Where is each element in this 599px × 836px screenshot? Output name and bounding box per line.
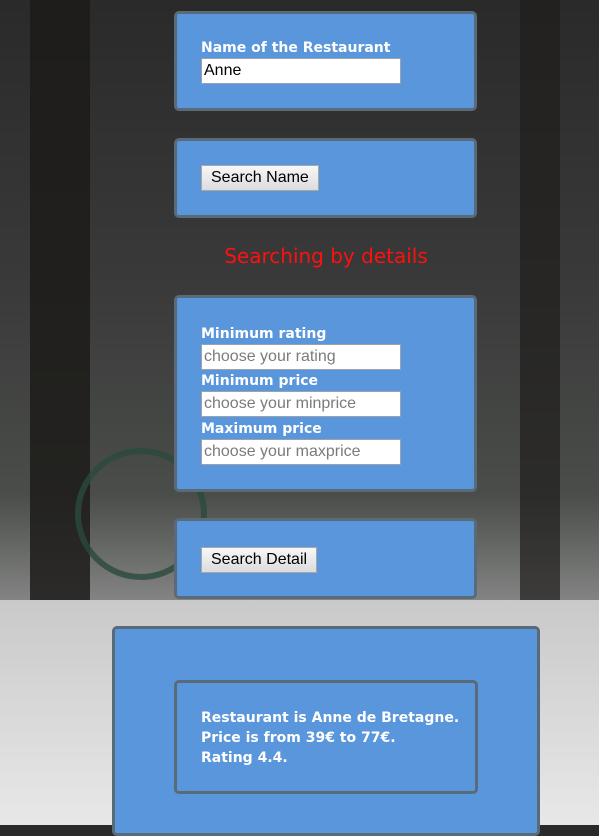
- maximum-price-label: Maximum price: [201, 421, 322, 437]
- minimum-price-input[interactable]: [201, 391, 401, 417]
- details-search-card: Minimum rating Minimum price Maximum pri…: [174, 295, 477, 492]
- results-panel: Restaurant is Anne de Bretagne. Price is…: [112, 626, 540, 836]
- tree-trunk: [30, 0, 90, 640]
- name-search-card: Name of the Restaurant: [174, 11, 477, 111]
- restaurant-name-input[interactable]: [201, 58, 401, 84]
- minimum-rating-label: Minimum rating: [201, 326, 327, 342]
- result-restaurant: Restaurant is Anne de Bretagne.: [201, 710, 460, 726]
- details-heading: Searching by details: [224, 244, 428, 268]
- result-rating: Rating 4.4.: [201, 750, 288, 766]
- maximum-price-input[interactable]: [201, 439, 401, 465]
- restaurant-name-label: Name of the Restaurant: [201, 40, 391, 56]
- search-detail-button[interactable]: Search Detail: [201, 547, 318, 573]
- search-name-card: Search Name: [174, 138, 477, 218]
- minimum-rating-input[interactable]: [201, 344, 401, 370]
- result-price: Price is from 39€ to 77€.: [201, 730, 396, 746]
- minimum-price-label: Minimum price: [201, 373, 319, 389]
- result-card: Restaurant is Anne de Bretagne. Price is…: [174, 680, 478, 794]
- search-detail-card: Search Detail: [174, 518, 477, 599]
- search-name-button[interactable]: Search Name: [201, 165, 319, 191]
- tree-trunk: [520, 0, 560, 700]
